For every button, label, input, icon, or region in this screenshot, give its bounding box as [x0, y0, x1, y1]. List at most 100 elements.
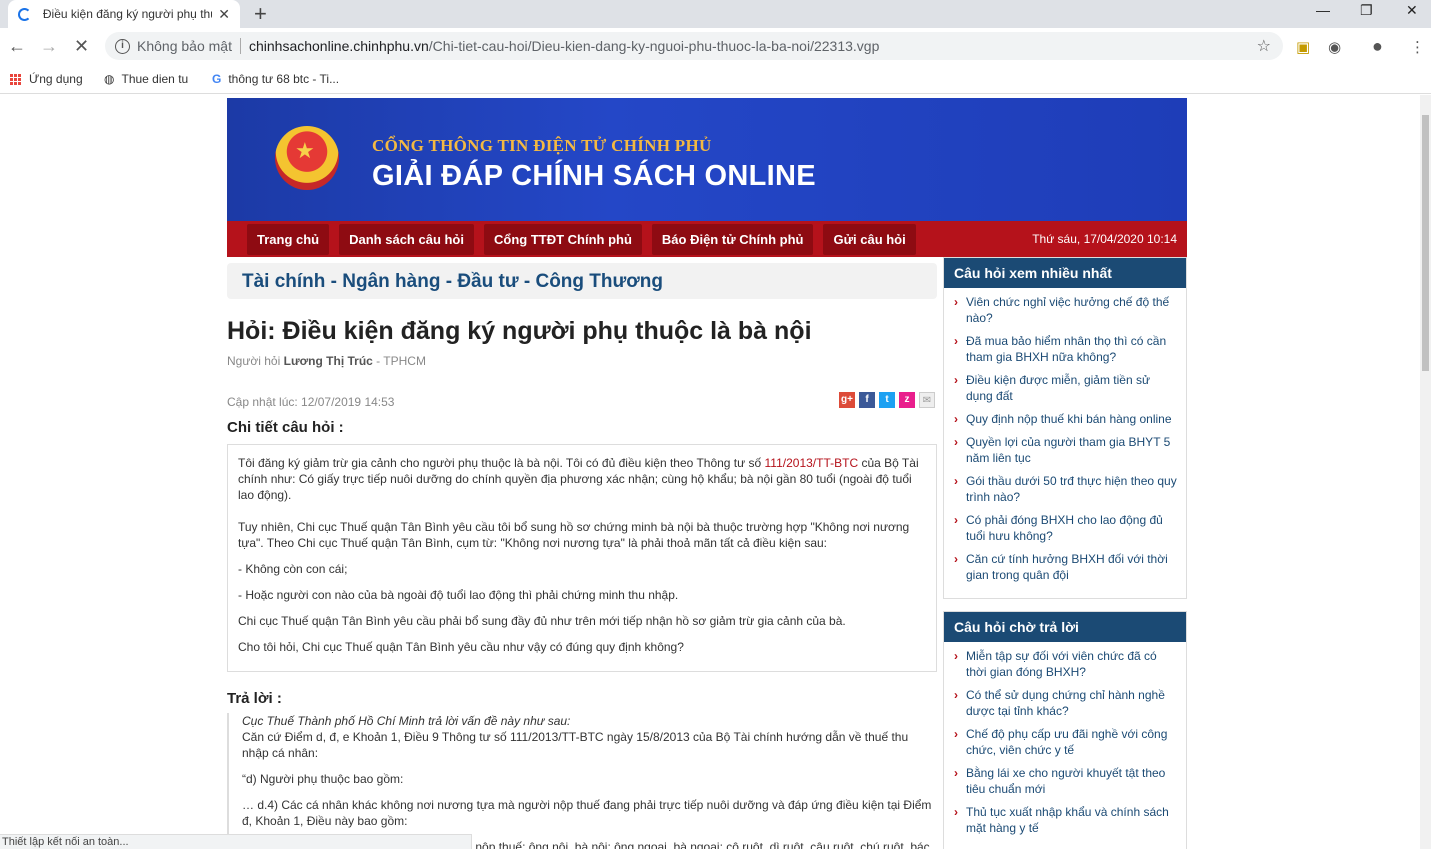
main-column: Tài chính - Ngân hàng - Đầu tư - Công Th…: [227, 263, 937, 849]
category-title[interactable]: Tài chính - Ngân hàng - Đầu tư - Công Th…: [227, 263, 937, 299]
answer-heading: Trả lời :: [227, 690, 282, 707]
facebook-share-icon[interactable]: f: [859, 392, 875, 408]
browser-tab[interactable]: Điều kiện đăng ký người phụ thu ✕: [8, 0, 240, 28]
web-page: CỔNG THÔNG TIN ĐIỆN TỬ CHÍNH PHỦ GIẢI ĐÁ…: [0, 95, 1420, 849]
site-banner[interactable]: CỔNG THÔNG TIN ĐIỆN TỬ CHÍNH PHỦ GIẢI ĐÁ…: [227, 98, 1187, 221]
list-item[interactable]: Gói thầu dưới 50 trđ thực hiện theo quy …: [954, 473, 1178, 505]
bookmark-thong-tu[interactable]: G thông tư 68 btc - Ti...: [212, 72, 339, 86]
question-paragraph: - Hoặc người con nào của bà ngoài độ tuổ…: [238, 588, 679, 602]
asker-name: Lương Thị Trúc: [283, 354, 373, 368]
pending-title: Câu hỏi chờ trả lời: [944, 612, 1186, 642]
banner-site-name: GIẢI ĐÁP CHÍNH SÁCH ONLINE: [372, 160, 816, 192]
asker-place: - TPHCM: [376, 354, 426, 368]
stop-loading-icon[interactable]: ✕: [74, 36, 89, 57]
menu-government-portal[interactable]: Cổng TTĐT Chính phủ: [484, 223, 642, 255]
current-date: Thứ sáu, 17/04/2020 10:14: [1032, 232, 1177, 246]
bookmark-label: Thue dien tu: [121, 72, 189, 86]
extension-2-icon[interactable]: ◉: [1328, 38, 1341, 56]
question-paragraph: Cho tôi hỏi, Chi cục Thuế quận Tân Bình …: [238, 640, 684, 654]
scrollbar-thumb[interactable]: [1422, 115, 1429, 371]
omnibox-divider: [239, 38, 241, 54]
page-scrollbar[interactable]: [1420, 95, 1431, 849]
forward-icon[interactable]: →: [40, 36, 58, 57]
question-paragraph: Chi cục Thuế quận Tân Bình yêu cầu phải …: [238, 614, 846, 628]
extension-icon[interactable]: ▣: [1296, 38, 1310, 56]
question-paragraph: Tôi đăng ký giảm trừ gia cảnh cho người …: [238, 455, 926, 503]
address-toolbar: ← → ✕ i Không bảo mật chinhsachonline.ch…: [0, 28, 1431, 64]
status-bar: Thiết lập kết nối an toàn...: [0, 834, 472, 849]
update-time: Cập nhật lúc: 12/07/2019 14:53: [227, 395, 395, 409]
list-item[interactable]: Có thể sử dụng chứng chỉ hành nghề dược …: [954, 687, 1178, 719]
question-text: Tôi đăng ký giảm trừ gia cảnh cho người …: [238, 456, 765, 470]
bookmark-star-icon[interactable]: ☆: [1257, 36, 1271, 56]
bookmark-thue-dien-tu[interactable]: ◍ Thue dien tu: [104, 72, 188, 86]
restore-icon[interactable]: ❐: [1360, 2, 1373, 19]
question-detail-heading: Chi tiết câu hỏi :: [227, 419, 344, 436]
list-item[interactable]: Đã mua bảo hiểm nhân thọ thì có cần tham…: [954, 333, 1178, 365]
info-icon[interactable]: i: [115, 38, 130, 54]
browser-tab-bar: Điều kiện đăng ký người phụ thu ✕ + — ❐ …: [0, 0, 1431, 28]
list-item[interactable]: Miễn tập sự đối với viên chức đã có thời…: [954, 648, 1178, 680]
most-viewed-box: Câu hỏi xem nhiều nhất Viên chức nghỉ vi…: [943, 257, 1187, 599]
pending-list: Miễn tập sự đối với viên chức đã có thời…: [944, 642, 1186, 849]
zing-share-icon[interactable]: z: [899, 392, 915, 408]
list-item[interactable]: Viên chức nghỉ việc hưởng chế độ thế nào…: [954, 294, 1178, 326]
main-menu: Trang chủ Danh sách câu hỏi Cổng TTĐT Ch…: [227, 221, 1187, 257]
bookmark-label: thông tư 68 btc - Ti...: [228, 72, 340, 86]
profile-icon[interactable]: ●: [1372, 36, 1383, 57]
list-item[interactable]: Căn cứ tính hưởng BHXH đối với thời gian…: [954, 551, 1178, 583]
most-viewed-title: Câu hỏi xem nhiều nhất: [944, 258, 1186, 288]
menu-kebab-icon[interactable]: ⋮: [1410, 38, 1425, 56]
loading-spinner-icon: [18, 7, 31, 21]
list-item[interactable]: Điều kiện được miễn, giảm tiền sử dụng đ…: [954, 372, 1178, 404]
question-paragraph: Tuy nhiên, Chi cục Thuế quận Tân Bình yê…: [238, 520, 910, 550]
email-share-icon[interactable]: ✉: [919, 392, 935, 408]
new-tab-icon[interactable]: +: [254, 1, 267, 27]
back-icon[interactable]: ←: [8, 36, 26, 57]
most-viewed-list: Viên chức nghỉ việc hưởng chế độ thế nào…: [944, 288, 1186, 598]
menu-government-news[interactable]: Báo Điện tử Chính phủ: [651, 223, 814, 255]
list-item[interactable]: Chế độ phụ cấp ưu đãi nghề với công chức…: [954, 726, 1178, 758]
google-icon: G: [212, 72, 222, 86]
minimize-icon[interactable]: —: [1316, 2, 1330, 18]
bookmark-apps[interactable]: Ứng dụng: [10, 72, 83, 86]
twitter-share-icon[interactable]: t: [879, 392, 895, 408]
question-paragraph: - Không còn con cái;: [238, 562, 348, 576]
security-label[interactable]: Không bảo mật: [137, 38, 232, 54]
answer-paragraph: Căn cứ Điểm d, đ, e Khoản 1, Điều 9 Thôn…: [242, 730, 909, 760]
bookmark-label: Ứng dụng: [29, 72, 83, 86]
list-item[interactable]: Quy định nộp thuế khi bán hàng online: [954, 411, 1178, 427]
omnibox[interactable]: i Không bảo mật chinhsachonline.chinhphu…: [105, 32, 1283, 60]
sidebar: Câu hỏi xem nhiều nhất Viên chức nghỉ vi…: [943, 257, 1187, 849]
question-title: Hỏi: Điều kiện đăng ký người phụ thuộc l…: [227, 317, 812, 345]
list-item[interactable]: Quyền lợi của người tham gia BHYT 5 năm …: [954, 434, 1178, 466]
close-window-icon[interactable]: ✕: [1406, 2, 1418, 19]
list-item[interactable]: Có phải đóng BHXH cho lao động đủ tuổi h…: [954, 512, 1178, 544]
google-plus-share-icon[interactable]: g+: [839, 392, 855, 408]
answer-paragraph: “d) Người phụ thuộc bao gồm:: [242, 772, 404, 786]
menu-send-question[interactable]: Gửi câu hỏi: [823, 223, 916, 255]
asker-label: Người hỏi: [227, 354, 281, 368]
share-buttons: g+ f t z ✉: [839, 392, 935, 408]
banner-portal-name: CỔNG THÔNG TIN ĐIỆN TỬ CHÍNH PHỦ: [372, 136, 712, 155]
question-detail-box: Tôi đăng ký giảm trừ gia cảnh cho người …: [227, 444, 937, 672]
tab-title: Điều kiện đăng ký người phụ thu: [42, 7, 213, 21]
list-item[interactable]: Thủ tục xuất nhập khẩu và chính sách mặt…: [954, 804, 1178, 836]
globe-icon: ◍: [104, 72, 115, 86]
apps-grid-icon: [10, 73, 21, 85]
url-path[interactable]: /Chi-tiet-cau-hoi/Dieu-kien-dang-ky-nguo…: [429, 38, 880, 54]
update-time-row: Cập nhật lúc: 12/07/2019 14:53 g+ f t z …: [227, 392, 937, 409]
circular-link[interactable]: 111/2013/TT-BTC: [765, 456, 859, 470]
close-tab-icon[interactable]: ✕: [218, 6, 230, 23]
url-host[interactable]: chinhsachonline.chinhphu.vn: [249, 38, 429, 54]
asker-line: Người hỏi Lương Thị Trúc - TPHCM: [227, 354, 937, 368]
national-emblem-icon: [275, 126, 339, 190]
bookmarks-bar: Ứng dụng ◍ Thue dien tu G thông tư 68 bt…: [0, 64, 1431, 94]
menu-home[interactable]: Trang chủ: [247, 223, 330, 255]
site-wrapper: CỔNG THÔNG TIN ĐIỆN TỬ CHÍNH PHỦ GIẢI ĐÁ…: [227, 98, 1187, 849]
answer-body: Cục Thuế Thành phố Hồ Chí Minh trả lời v…: [227, 713, 937, 849]
answer-intro: Cục Thuế Thành phố Hồ Chí Minh trả lời v…: [242, 714, 571, 728]
list-item[interactable]: Bằng lái xe cho người khuyết tật theo ti…: [954, 765, 1178, 797]
menu-question-list[interactable]: Danh sách câu hỏi: [339, 223, 474, 255]
answer-paragraph: … d.4) Các cá nhân khác không nơi nương …: [242, 798, 932, 828]
